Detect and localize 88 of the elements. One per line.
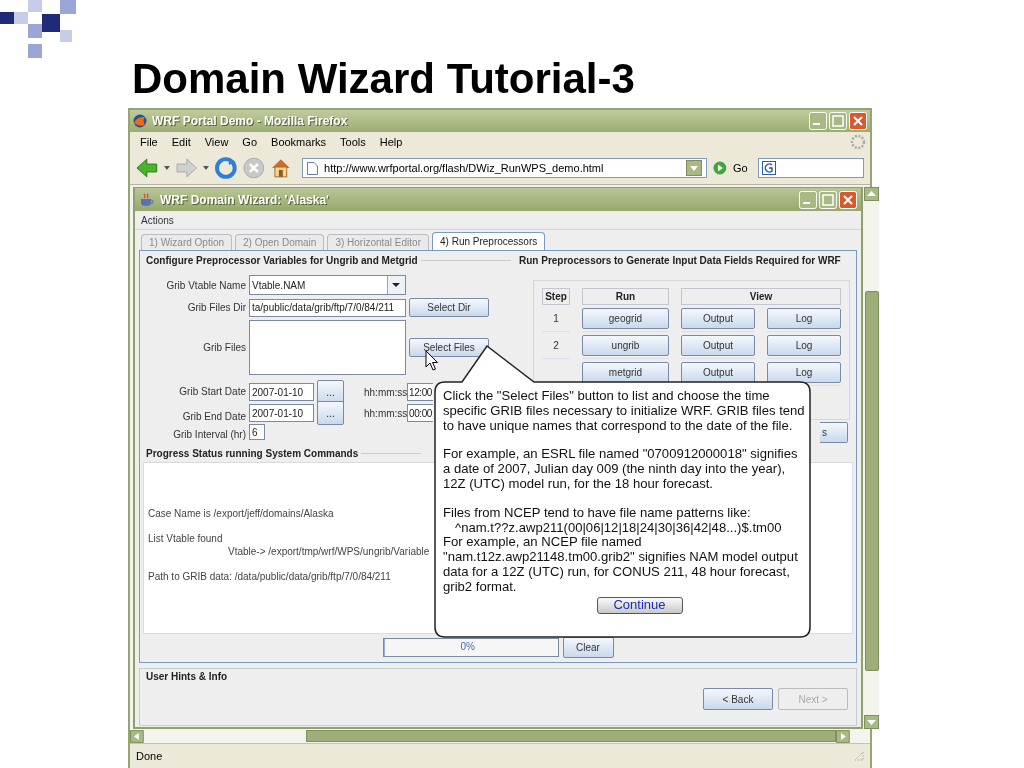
vtable-dropdown[interactable]: Vtable.NAM bbox=[249, 275, 406, 295]
output-button[interactable]: Output bbox=[681, 361, 755, 383]
help-text: For example, an ESRL file named "0700912000018" signifies a date of 2007, Julian day 009 (the ninth day into the year), 12Z (UTC) model run, for the 18 hour forecast. bbox=[443, 447, 799, 492]
date-field[interactable]: 2007-01-10 bbox=[249, 383, 314, 401]
menu-item[interactable]: Go bbox=[236, 135, 264, 149]
log-button[interactable]: Log bbox=[767, 361, 841, 383]
help-text: For example, an NCEP file named "nam.t12z.awp21148.tm00.grib2" signifies NAM model output data for a 12Z (UTC) run, for CONUS 211, 48 hour forecast, grib2 format. bbox=[443, 535, 799, 595]
field-label: Grib Vtable Name bbox=[165, 279, 246, 291]
field-label: Grib Start Date bbox=[178, 385, 246, 397]
step-number: 2 bbox=[553, 339, 559, 351]
console-line: Case Name is /export/jeff/domains/Alaska bbox=[148, 508, 334, 521]
back-button[interactable]: < Back bbox=[703, 688, 773, 710]
menu-item[interactable]: Bookmarks bbox=[265, 135, 333, 149]
directory-field[interactable]: ta/public/data/grib/ftp/7/0/84/211 bbox=[249, 298, 406, 317]
field-label: Grib End Date bbox=[181, 410, 246, 422]
date-picker-button[interactable]: ... bbox=[317, 380, 344, 404]
go-icon bbox=[713, 161, 727, 175]
close-icon bbox=[849, 112, 867, 130]
interval-field[interactable]: 6 bbox=[249, 424, 265, 440]
files-list[interactable] bbox=[249, 320, 406, 375]
menu-item[interactable]: Help bbox=[373, 135, 409, 149]
reload-icon bbox=[215, 157, 237, 179]
help-text: ^nam.t??z.awp211(00|06|12|18|24|30|36|42|48...)$.tm00 bbox=[454, 520, 783, 536]
run-button[interactable]: ungrib bbox=[582, 334, 669, 356]
menu-item[interactable]: Edit bbox=[165, 135, 197, 149]
console-line: Vtable-> /export/tmp/wrf/WPS/ungrib/Variable bbox=[227, 546, 430, 559]
progress-reading: 0% bbox=[460, 640, 475, 652]
cursor-icon bbox=[425, 350, 438, 372]
run-button[interactable]: metgrid bbox=[582, 361, 669, 383]
page-icon bbox=[307, 161, 319, 175]
menu-item[interactable]: View bbox=[198, 135, 235, 149]
throbber-icon bbox=[850, 134, 866, 150]
run-all-button[interactable]: s bbox=[820, 422, 848, 443]
column-header: Step bbox=[542, 288, 570, 305]
search-engine-icon bbox=[761, 161, 778, 175]
go-button[interactable]: Go bbox=[732, 162, 748, 174]
maximize-icon bbox=[829, 112, 847, 130]
slide-title: Domain Wizard Tutorial-3 bbox=[132, 58, 635, 100]
minimize-icon bbox=[799, 190, 817, 209]
help-text: Click the "Select Files" button to list and choose the time specific GRIB files necessary to initialize WRF. GRIB files tend to have unique names that correspond to the date of the file. bbox=[443, 389, 806, 434]
menu-item[interactable]: Tools bbox=[334, 135, 372, 149]
stop-icon bbox=[242, 157, 265, 179]
menu-item[interactable]: Actions bbox=[141, 214, 174, 226]
scroll-left-icon bbox=[130, 729, 144, 743]
log-button[interactable]: Log bbox=[767, 334, 841, 356]
forward-arrow-icon bbox=[175, 158, 198, 178]
menu-item[interactable]: File bbox=[134, 135, 164, 149]
minimize-icon bbox=[809, 112, 827, 130]
console-line: List Vtable found bbox=[148, 533, 223, 546]
output-button[interactable]: Output bbox=[681, 334, 755, 356]
log-button[interactable]: Log bbox=[767, 307, 841, 329]
column-header: Run bbox=[582, 288, 669, 305]
back-arrow-icon bbox=[136, 158, 158, 178]
run-button[interactable]: geogrid bbox=[582, 307, 669, 329]
select-dir-button[interactable]: Select Dir bbox=[409, 298, 489, 317]
date-field[interactable]: 2007-01-10 bbox=[249, 404, 314, 422]
dialog-title: WRF Domain Wizard: 'Alaska' bbox=[160, 192, 330, 207]
console-line: Path to GRIB data: /data/public/data/grib/ftp/7/0/84/211 bbox=[148, 571, 391, 584]
maximize-icon bbox=[819, 190, 837, 209]
output-button[interactable]: Output bbox=[681, 307, 755, 329]
scrollbar-thumb[interactable] bbox=[305, 730, 837, 742]
dropdown-caret-icon bbox=[203, 166, 210, 170]
field-label: Grib Interval (hr) bbox=[172, 428, 246, 440]
search-field[interactable] bbox=[757, 158, 864, 178]
field-label: Grib Files bbox=[202, 342, 246, 353]
window-title: WRF Portal Demo - Mozilla Firefox bbox=[152, 114, 349, 128]
date-picker-button[interactable]: ... bbox=[317, 401, 344, 425]
globe-icon bbox=[133, 114, 147, 128]
field-label: Grib Files Dir bbox=[186, 302, 246, 313]
scroll-up-icon bbox=[864, 187, 879, 201]
close-icon bbox=[839, 190, 857, 209]
dropdown-caret-icon bbox=[163, 166, 170, 170]
time-field[interactable]: 00:00: bbox=[407, 404, 433, 422]
scrollbar-thumb[interactable] bbox=[864, 291, 879, 671]
status-text: Done bbox=[136, 750, 164, 762]
resize-grip-icon bbox=[854, 751, 864, 761]
help-text: Files from NCEP tend to have file name patterns like: bbox=[443, 505, 752, 521]
time-field[interactable]: 12:00: bbox=[407, 383, 433, 401]
tab[interactable]: 4) Run Preprocessors bbox=[432, 232, 546, 250]
column-header: View bbox=[681, 288, 841, 305]
step-number: 1 bbox=[553, 312, 559, 324]
clear-button[interactable]: Clear bbox=[562, 636, 614, 658]
coffee-cup-icon bbox=[139, 192, 155, 207]
select-files-button[interactable]: Select Files bbox=[409, 338, 489, 357]
scroll-down-icon bbox=[864, 715, 879, 729]
address-field[interactable]: http://www.wrfportal.org/flash/DWiz_RunWPS_demo.html bbox=[302, 158, 708, 178]
scroll-right-icon bbox=[836, 729, 850, 743]
section-title: Run Preprocessors to Generate Input Data Fields Required for WRF bbox=[517, 254, 843, 266]
